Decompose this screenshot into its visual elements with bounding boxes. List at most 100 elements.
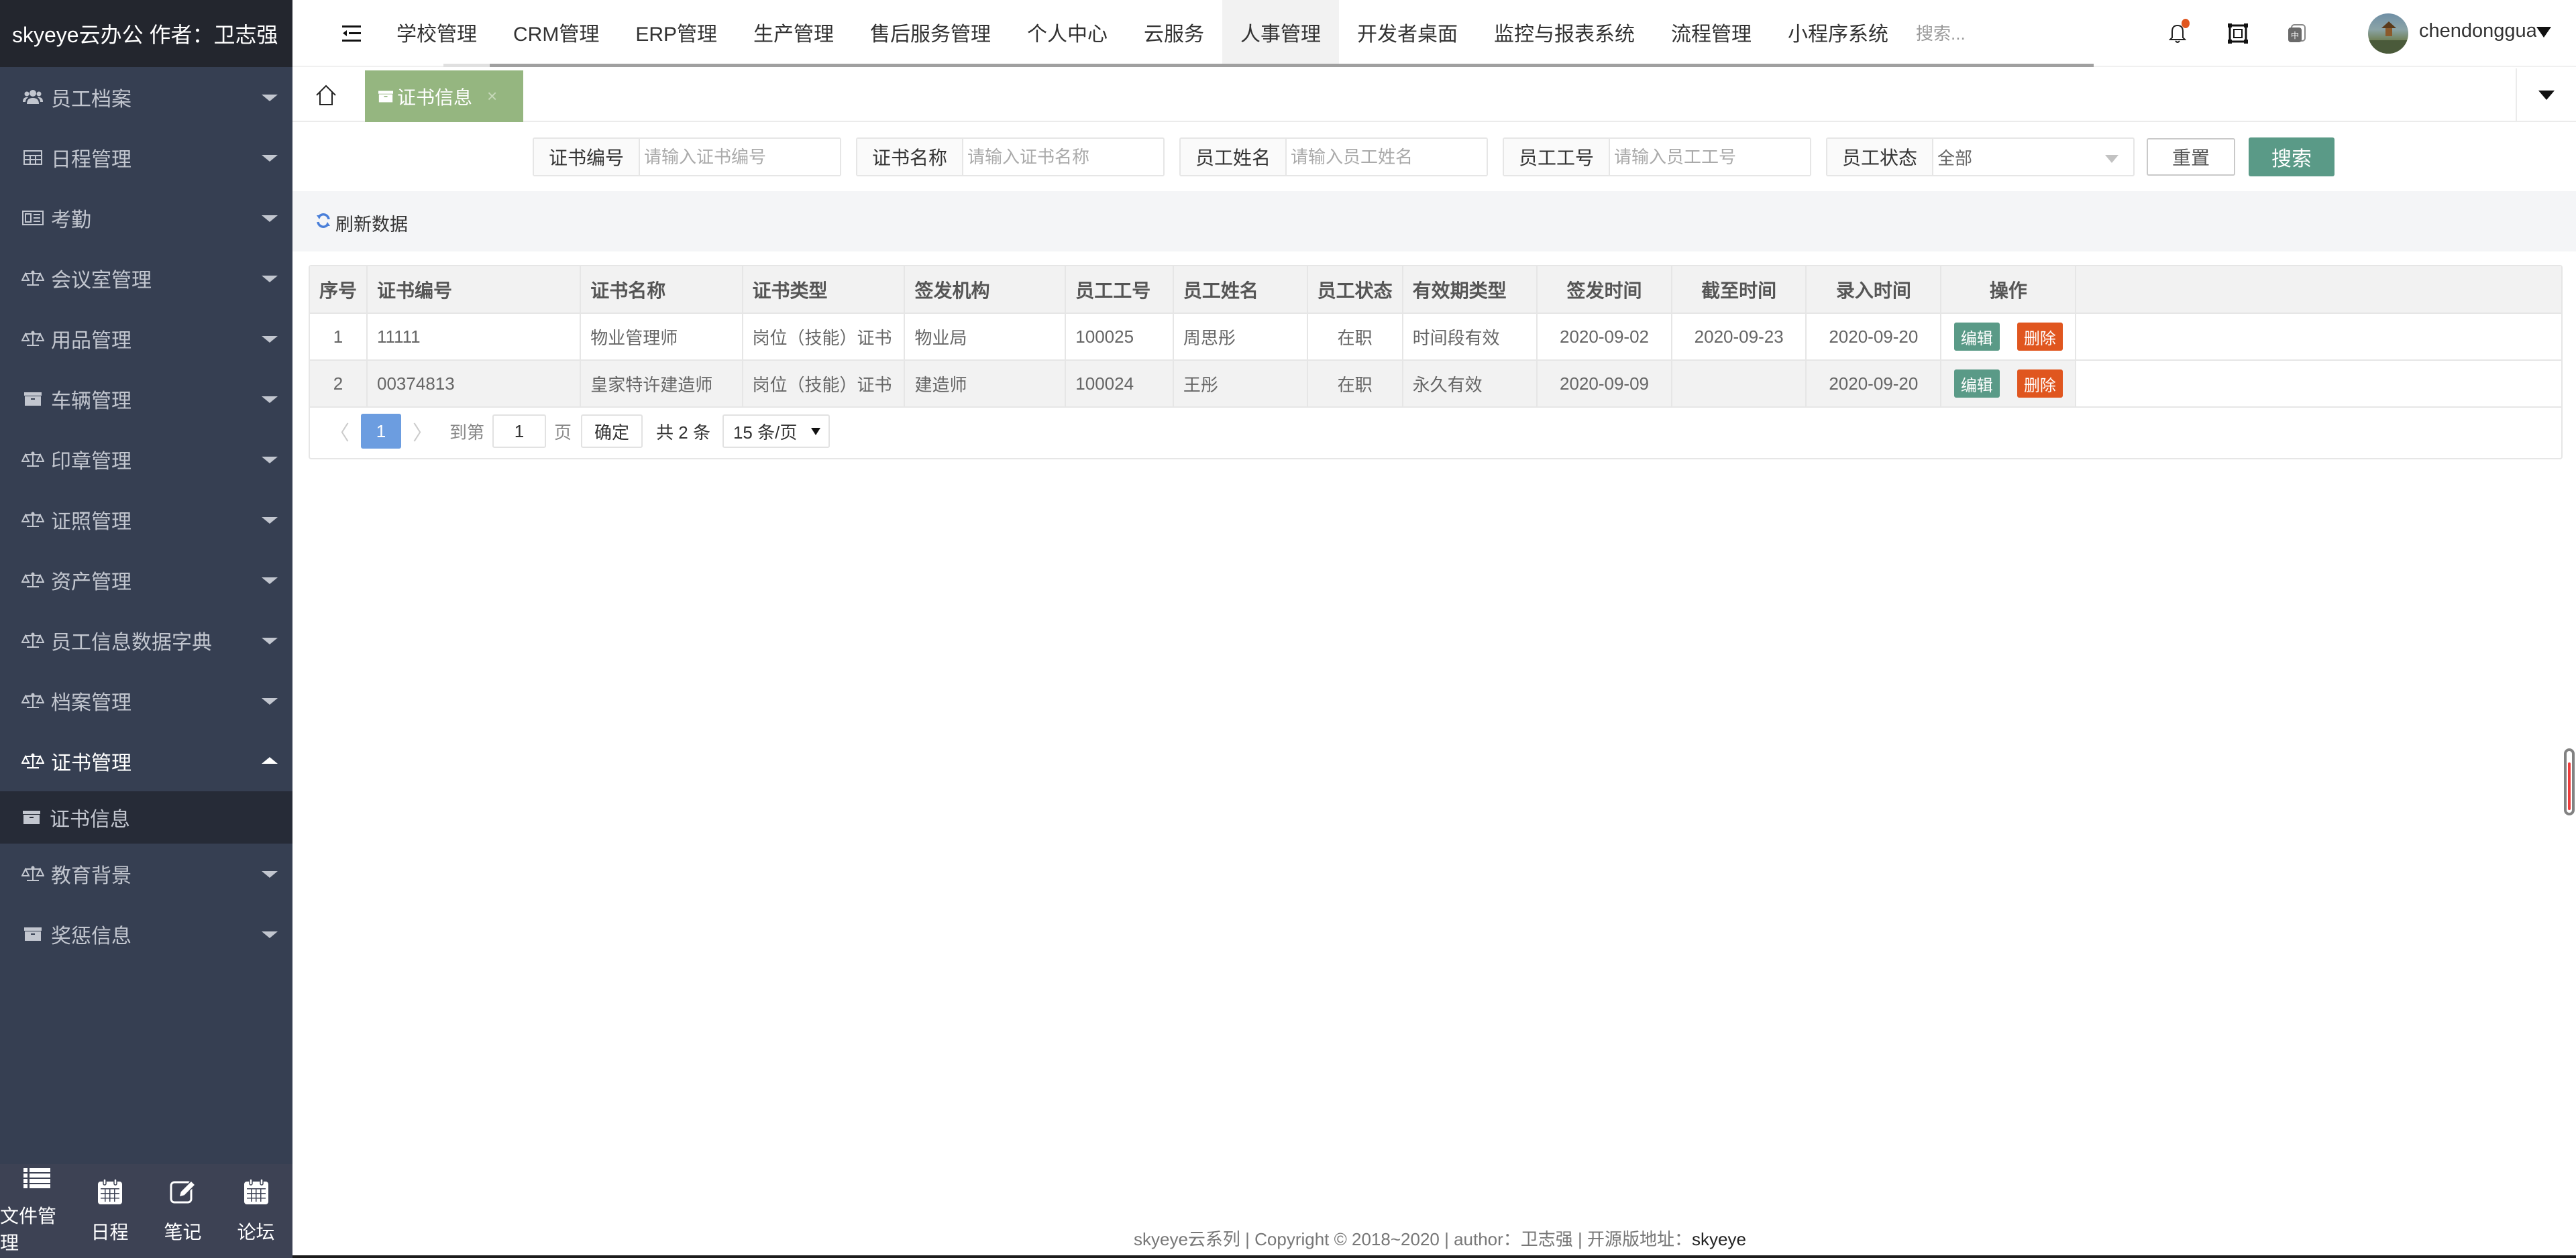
- refresh-data-button[interactable]: 刷新数据: [315, 210, 408, 236]
- column-header-cert-name[interactable]: 证书名称: [580, 266, 743, 314]
- avatar[interactable]: [2368, 13, 2408, 54]
- cell-cert-name: 皇家特许建造师: [580, 360, 743, 408]
- cell-cert-type: 岗位（技能）证书: [742, 360, 906, 408]
- module-tab-school[interactable]: 学校管理: [378, 0, 495, 64]
- prev-page-button[interactable]: 〈: [322, 414, 357, 449]
- employee-name-input[interactable]: [1287, 139, 1487, 175]
- sidebar-item-label: 员工信息数据字典: [51, 632, 212, 654]
- filter-employee-no: 员工工号: [1503, 137, 1811, 176]
- column-header-cert-type[interactable]: 证书类型: [742, 266, 906, 314]
- column-header-employee-name[interactable]: 员工姓名: [1173, 266, 1308, 314]
- module-tab-monitoring-reports[interactable]: 监控与报表系统: [1476, 0, 1653, 64]
- sidebar-item-seals[interactable]: 印章管理: [0, 429, 292, 490]
- current-page-button[interactable]: 1: [361, 414, 401, 449]
- goto-confirm-button[interactable]: 确定: [581, 414, 643, 448]
- chevron-down-icon: [262, 517, 278, 524]
- filter-label: 证书编号: [534, 139, 640, 175]
- module-tab-hr[interactable]: 人事管理: [1222, 0, 1340, 64]
- sidebar-item-records[interactable]: 档案管理: [0, 671, 292, 731]
- fullscreen-icon[interactable]: [2224, 20, 2251, 47]
- column-header-entry-date[interactable]: 录入时间: [1806, 266, 1942, 314]
- page-size-select[interactable]: 15 条/页: [722, 414, 830, 448]
- cert-name-input[interactable]: [963, 139, 1163, 175]
- sidebar-item-employee-dictionary[interactable]: 员工信息数据字典: [0, 610, 292, 671]
- cell-employee-status: 在职: [1307, 313, 1403, 361]
- sidebar-item-meeting-room[interactable]: 会议室管理: [0, 248, 292, 308]
- module-tab-production[interactable]: 生产管理: [735, 0, 852, 64]
- sidebar-item-label: 车辆管理: [51, 390, 131, 412]
- cell-cert-no: 00374813: [367, 360, 582, 408]
- module-tab-erp[interactable]: ERP管理: [617, 0, 735, 64]
- module-tab-cloud-service[interactable]: 云服务: [1126, 0, 1222, 64]
- sidebar-item-label: 考勤: [51, 209, 91, 231]
- employee-no-input[interactable]: [1610, 139, 1810, 175]
- forum-label: 论坛: [237, 1221, 275, 1243]
- column-header-cert-no[interactable]: 证书编号: [367, 266, 582, 314]
- sidebar-item-education[interactable]: 教育背景: [0, 844, 292, 904]
- module-tab-mini-program[interactable]: 小程序系统: [1770, 0, 1907, 64]
- column-header-index[interactable]: 序号: [310, 266, 368, 314]
- sidebar-item-rewards-penalties[interactable]: 奖惩信息: [0, 904, 292, 964]
- chevron-down-icon: [262, 871, 278, 878]
- column-header-employee-status[interactable]: 员工状态: [1307, 266, 1403, 314]
- chevron-up-icon: [262, 757, 278, 764]
- cell-employee-no: 100025: [1065, 313, 1174, 361]
- edit-button[interactable]: 编辑: [1953, 369, 2000, 398]
- sidebar-item-licenses[interactable]: 证照管理: [0, 490, 292, 550]
- sidebar-item-vehicles[interactable]: 车辆管理: [0, 369, 292, 429]
- column-header-validity-type[interactable]: 有效期类型: [1402, 266, 1538, 314]
- module-tab-workflow[interactable]: 流程管理: [1653, 0, 1770, 64]
- username[interactable]: chendongguan: [2419, 20, 2536, 42]
- filter-label: 员工工号: [1504, 139, 1610, 175]
- column-header-expire-date[interactable]: 截至时间: [1672, 266, 1807, 314]
- sidebar-item-attendance[interactable]: 考勤: [0, 188, 292, 248]
- next-page-button[interactable]: 〉: [405, 414, 440, 449]
- module-tab-crm[interactable]: CRM管理: [495, 0, 617, 64]
- footer-source-link[interactable]: skyeye: [1692, 1229, 1746, 1249]
- sidebar-item-schedule[interactable]: 日程管理: [0, 127, 292, 188]
- bell-icon[interactable]: [2164, 19, 2191, 47]
- forum-button[interactable]: 论坛: [219, 1164, 292, 1258]
- sidebar-item-certificates[interactable]: 证书管理: [0, 731, 292, 791]
- module-tab-developer-desktop[interactable]: 开发者桌面: [1339, 0, 1476, 64]
- delete-button[interactable]: 删除: [2017, 369, 2063, 398]
- column-header-employee-no[interactable]: 员工工号: [1065, 266, 1174, 314]
- module-tab-personal-center[interactable]: 个人中心: [1009, 0, 1126, 64]
- column-header-issuer[interactable]: 签发机构: [904, 266, 1067, 314]
- close-tab-icon[interactable]: ×: [487, 86, 497, 107]
- sidebar-item-employee-archive[interactable]: 员工档案: [0, 67, 292, 127]
- cell-issue-date: 2020-09-02: [1536, 313, 1673, 361]
- page-tab-label: 证书信息: [397, 87, 473, 108]
- module-tabs-scrollbar[interactable]: [443, 64, 2094, 67]
- sidebar-subitem-certificate-info[interactable]: 证书信息: [0, 791, 292, 844]
- module-tab-after-sales[interactable]: 售后服务管理: [852, 0, 1009, 64]
- side-level-indicator[interactable]: [2564, 748, 2575, 815]
- search-button[interactable]: 搜索: [2249, 137, 2334, 176]
- schedule-button[interactable]: 日程: [73, 1164, 146, 1258]
- user-menu-caret-icon[interactable]: [2536, 27, 2551, 38]
- reset-button[interactable]: 重置: [2147, 138, 2235, 176]
- balance-scale-icon: [21, 630, 44, 650]
- delete-button[interactable]: 删除: [2017, 323, 2063, 351]
- table-row: 1 11111 物业管理师 岗位（技能）证书 物业局 100025 周思彤 在职…: [310, 313, 2561, 361]
- tab-options-button[interactable]: [2516, 68, 2576, 122]
- page-tab-certificate-info[interactable]: 证书信息 ×: [365, 70, 523, 122]
- home-icon[interactable]: [313, 82, 339, 109]
- chevron-down-icon: [262, 95, 278, 101]
- edit-button[interactable]: 编辑: [1953, 323, 2000, 351]
- employee-status-select[interactable]: 全部: [1933, 139, 2133, 175]
- column-header-issue-date[interactable]: 签发时间: [1536, 266, 1673, 314]
- page-size-value: 15 条/页: [733, 422, 798, 443]
- cert-no-input[interactable]: [640, 139, 840, 175]
- page-tab-bar: 证书信息 ×: [292, 68, 2576, 122]
- goto-page-input[interactable]: [492, 414, 547, 448]
- schedule-label: 日程: [91, 1221, 129, 1243]
- file-management-button[interactable]: 文件管理: [0, 1164, 73, 1258]
- language-icon[interactable]: 中: [2284, 20, 2310, 47]
- notes-button[interactable]: 笔记: [146, 1164, 219, 1258]
- sidebar-item-supplies[interactable]: 用品管理: [0, 308, 292, 369]
- sidebar-toggle-icon[interactable]: [339, 21, 364, 46]
- global-search-input[interactable]: [1916, 19, 2050, 48]
- sidebar-item-assets[interactable]: 资产管理: [0, 550, 292, 610]
- cell-employee-name: 周思彤: [1173, 313, 1308, 361]
